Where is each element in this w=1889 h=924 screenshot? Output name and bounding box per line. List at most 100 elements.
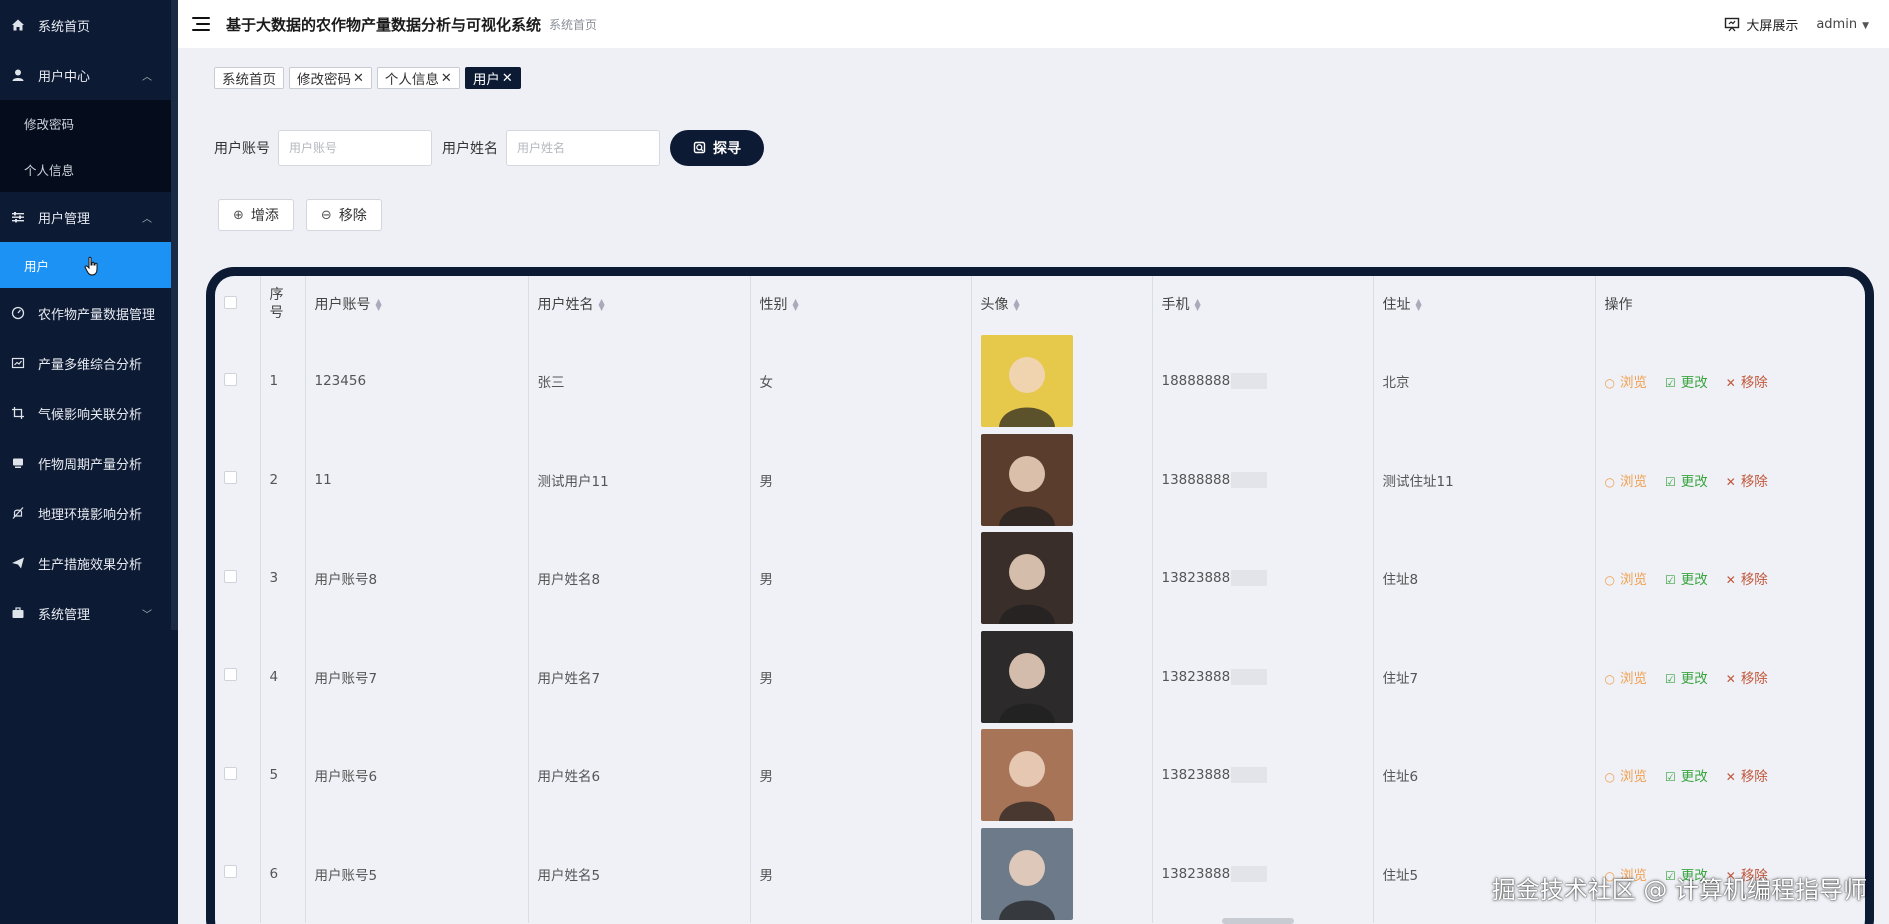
avatar[interactable] bbox=[980, 729, 1073, 822]
delete-button[interactable]: ✕ 移除 bbox=[1726, 568, 1768, 588]
name-cell: 用户姓名6 bbox=[528, 726, 751, 825]
page-tabs: 系统首页 修改密码 ✕ 个人信息 ✕ 用户 ✕ bbox=[214, 67, 521, 89]
edit-button[interactable]: ☑ 更改 bbox=[1665, 765, 1708, 785]
horizontal-scrollbar[interactable] bbox=[1222, 918, 1294, 924]
view-button[interactable]: ○ 浏览 bbox=[1605, 470, 1647, 490]
avatar[interactable] bbox=[980, 335, 1073, 428]
account-label: 用户账号 bbox=[214, 141, 270, 157]
search-button[interactable]: 探寻 bbox=[670, 130, 764, 166]
sidebar-item-users[interactable]: 用户 bbox=[0, 242, 178, 288]
row-checkbox[interactable] bbox=[224, 372, 237, 386]
view-button[interactable]: ○ 浏览 bbox=[1605, 371, 1647, 391]
sidebar-item-geo-analysis[interactable]: 地理环境影响分析 bbox=[0, 488, 178, 538]
sidebar-item-crop-data[interactable]: 农作物产量数据管理 bbox=[0, 288, 178, 338]
delete-button[interactable]: ✕ 移除 bbox=[1726, 765, 1768, 785]
delete-button[interactable]: ✕ 移除 bbox=[1726, 667, 1768, 687]
row-checkbox[interactable] bbox=[224, 668, 237, 682]
close-icon[interactable]: ✕ bbox=[441, 71, 452, 86]
account-input[interactable] bbox=[278, 130, 432, 166]
view-button[interactable]: ○ 浏览 bbox=[1605, 568, 1647, 588]
row-checkbox[interactable] bbox=[224, 766, 237, 780]
sidebar-item-climate-analysis[interactable]: 气候影响关联分析 bbox=[0, 388, 178, 438]
breadcrumb[interactable]: 系统首页 bbox=[549, 16, 597, 33]
sidebar-item-label: 作物周期产量分析 bbox=[38, 457, 143, 473]
sidebar-item-label: 系统管理 bbox=[38, 607, 91, 623]
select-cell bbox=[215, 726, 261, 825]
select-all-checkbox[interactable] bbox=[224, 295, 237, 309]
tab-change-password[interactable]: 修改密码 ✕ bbox=[289, 67, 372, 89]
phone-blur bbox=[1231, 471, 1268, 488]
edit-button[interactable]: ☑ 更改 bbox=[1665, 470, 1708, 490]
sort-icon[interactable]: ▲ ▼ bbox=[376, 298, 382, 312]
edit-button[interactable]: ☑ 更改 bbox=[1665, 667, 1708, 687]
sidebar-item-measure-analysis[interactable]: 生产措施效果分析 bbox=[0, 538, 178, 588]
menu-toggle-icon[interactable] bbox=[192, 17, 210, 31]
sidebar-scrollbar[interactable] bbox=[171, 0, 178, 630]
sidebar-item-user-center[interactable]: 用户中心 ︿ bbox=[0, 50, 178, 100]
sort-icon[interactable]: ▲ ▼ bbox=[1195, 298, 1201, 312]
sort-icon[interactable]: ▲ ▼ bbox=[1416, 298, 1422, 312]
briefcase-icon bbox=[10, 605, 26, 621]
sidebar-item-label: 修改密码 bbox=[24, 116, 75, 132]
select-cell bbox=[215, 332, 261, 431]
header-avatar[interactable]: 头像 ▲ ▼ bbox=[971, 276, 1153, 332]
sidebar-item-change-password[interactable]: 修改密码 bbox=[0, 100, 178, 146]
header-phone[interactable]: 手机 ▲ ▼ bbox=[1152, 276, 1374, 332]
edit-icon: ☑ bbox=[1664, 376, 1676, 391]
bell-off-icon bbox=[10, 505, 26, 521]
row-checkbox[interactable] bbox=[224, 569, 237, 583]
chart-icon bbox=[10, 355, 26, 371]
header-address[interactable]: 住址 ▲ ▼ bbox=[1373, 276, 1596, 332]
select-all-header bbox=[215, 276, 261, 332]
sidebar-item-cycle-analysis[interactable]: 作物周期产量分析 bbox=[0, 438, 178, 488]
close-icon[interactable]: ✕ bbox=[353, 71, 364, 86]
view-button[interactable]: ○ 浏览 bbox=[1605, 765, 1647, 785]
tab-profile[interactable]: 个人信息 ✕ bbox=[376, 67, 460, 89]
avatar[interactable] bbox=[980, 630, 1073, 723]
header-account[interactable]: 用户账号 ▲ ▼ bbox=[305, 276, 529, 332]
search-form: 用户账号 用户姓名 探寻 bbox=[214, 130, 764, 166]
tab-home[interactable]: 系统首页 bbox=[214, 67, 284, 89]
tab-users[interactable]: 用户 ✕ bbox=[464, 67, 521, 89]
edit-button[interactable]: ☑ 更改 bbox=[1665, 568, 1708, 588]
user-menu[interactable]: admin ▼ bbox=[1816, 17, 1869, 32]
add-button[interactable]: ⊕ 增添 bbox=[218, 199, 294, 231]
view-label: 浏览 bbox=[1619, 375, 1647, 392]
sort-icon[interactable]: ▲ ▼ bbox=[599, 298, 605, 312]
delete-label: 移除 bbox=[1740, 572, 1768, 589]
sidebar-item-user-management[interactable]: 用户管理 ︿ bbox=[0, 192, 178, 242]
plus-circle-icon: ⊕ bbox=[233, 207, 244, 223]
remove-button[interactable]: ⊖ 移除 bbox=[305, 199, 382, 231]
avatar-cell bbox=[971, 430, 1153, 529]
avatar[interactable] bbox=[980, 827, 1073, 920]
phone-value: 13823888 bbox=[1161, 767, 1231, 784]
row-checkbox[interactable] bbox=[224, 471, 237, 485]
big-screen-button[interactable]: 大屏展示 bbox=[1724, 15, 1798, 34]
phone-value: 13823888 bbox=[1161, 865, 1231, 882]
header-gender[interactable]: 性别 ▲ ▼ bbox=[750, 276, 972, 332]
phone-cell: 13823888 bbox=[1152, 529, 1374, 628]
sidebar-item-system-management[interactable]: 系统管理 ﹀ bbox=[0, 588, 178, 638]
delete-button[interactable]: ✕ 移除 bbox=[1726, 470, 1768, 490]
sidebar-item-profile[interactable]: 个人信息 bbox=[0, 146, 178, 192]
sidebar-item-home[interactable]: 系统首页 bbox=[0, 0, 178, 50]
close-icon[interactable]: ✕ bbox=[502, 71, 513, 86]
header-name[interactable]: 用户姓名 ▲ ▼ bbox=[528, 276, 751, 332]
edit-icon: ☑ bbox=[1664, 770, 1676, 785]
view-button[interactable]: ○ 浏览 bbox=[1605, 667, 1647, 687]
delete-label: 移除 bbox=[1740, 670, 1768, 687]
edit-button[interactable]: ☑ 更改 bbox=[1665, 371, 1708, 391]
avatar[interactable] bbox=[980, 433, 1073, 526]
ops-cell: ○ 浏览 ☑ 更改 ✕ 移除 bbox=[1595, 628, 1865, 727]
header-label: 头像 bbox=[980, 297, 1009, 313]
avatar[interactable] bbox=[980, 532, 1073, 625]
address-cell: 测试住址11 bbox=[1373, 430, 1596, 529]
account-cell: 用户账号8 bbox=[305, 529, 529, 628]
avatar-cell bbox=[971, 824, 1153, 923]
name-input[interactable] bbox=[506, 130, 660, 166]
row-checkbox[interactable] bbox=[224, 865, 237, 879]
sidebar-item-multi-analysis[interactable]: 产量多维综合分析 bbox=[0, 338, 178, 388]
sort-icon[interactable]: ▲ ▼ bbox=[1014, 298, 1020, 312]
sort-icon[interactable]: ▲ ▼ bbox=[793, 298, 799, 312]
delete-button[interactable]: ✕ 移除 bbox=[1726, 371, 1768, 391]
